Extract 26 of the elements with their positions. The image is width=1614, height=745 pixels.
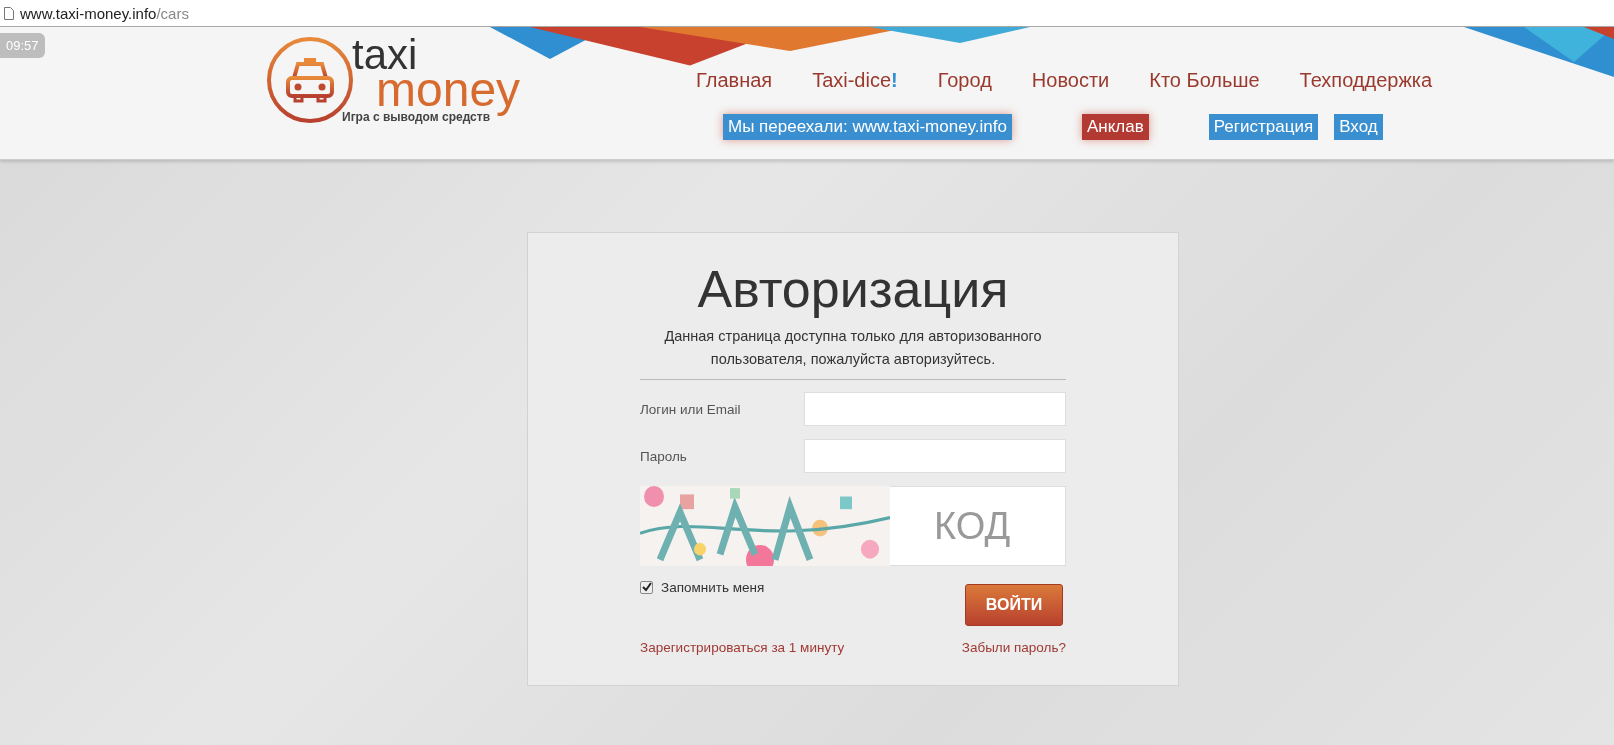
field-label: Логин или Email: [640, 401, 741, 417]
nav-link[interactable]: Город: [937, 69, 992, 92]
header-button[interactable]: Вход: [1334, 114, 1383, 140]
logo-tagline: Игра с выводом средств: [342, 110, 491, 125]
field-label: Пароль: [640, 448, 687, 464]
remember-checkbox[interactable]: [640, 580, 653, 594]
input-field[interactable]: [804, 392, 1066, 426]
forgot-password-link[interactable]: Забыли пароль?: [961, 640, 1066, 655]
header-button[interactable]: Анклав: [1082, 114, 1149, 140]
register-link[interactable]: Зарегистрироваться за 1 минуту: [640, 640, 845, 655]
header-button[interactable]: Мы переехали: www.taxi-money.info: [723, 114, 1012, 140]
nav-link[interactable]: Taxi-dice!: [812, 69, 898, 92]
nav-link[interactable]: Кто Больше: [1149, 69, 1260, 92]
login-button[interactable]: ВОЙТИ: [965, 584, 1063, 626]
page-icon: [4, 6, 14, 20]
login-title: Авторизация: [696, 259, 1010, 319]
captcha-field[interactable]: КОД: [890, 486, 1066, 566]
login-description: Данная страница доступна только для авторизованного пользователя, пожалуйста авторизуйтесь.: [663, 327, 1043, 369]
nav-link[interactable]: Главная: [696, 69, 773, 92]
clock-badge: 09:57: [0, 33, 45, 58]
input-field[interactable]: [804, 439, 1066, 473]
header-button[interactable]: Регистрация: [1208, 114, 1319, 140]
checkbox-label: Запомнить меня: [661, 579, 765, 595]
url-text[interactable]: www.taxi-money.info/cars: [20, 4, 189, 22]
nav-link[interactable]: Техподдержка: [1299, 69, 1433, 92]
nav-link[interactable]: Новости: [1031, 69, 1110, 92]
